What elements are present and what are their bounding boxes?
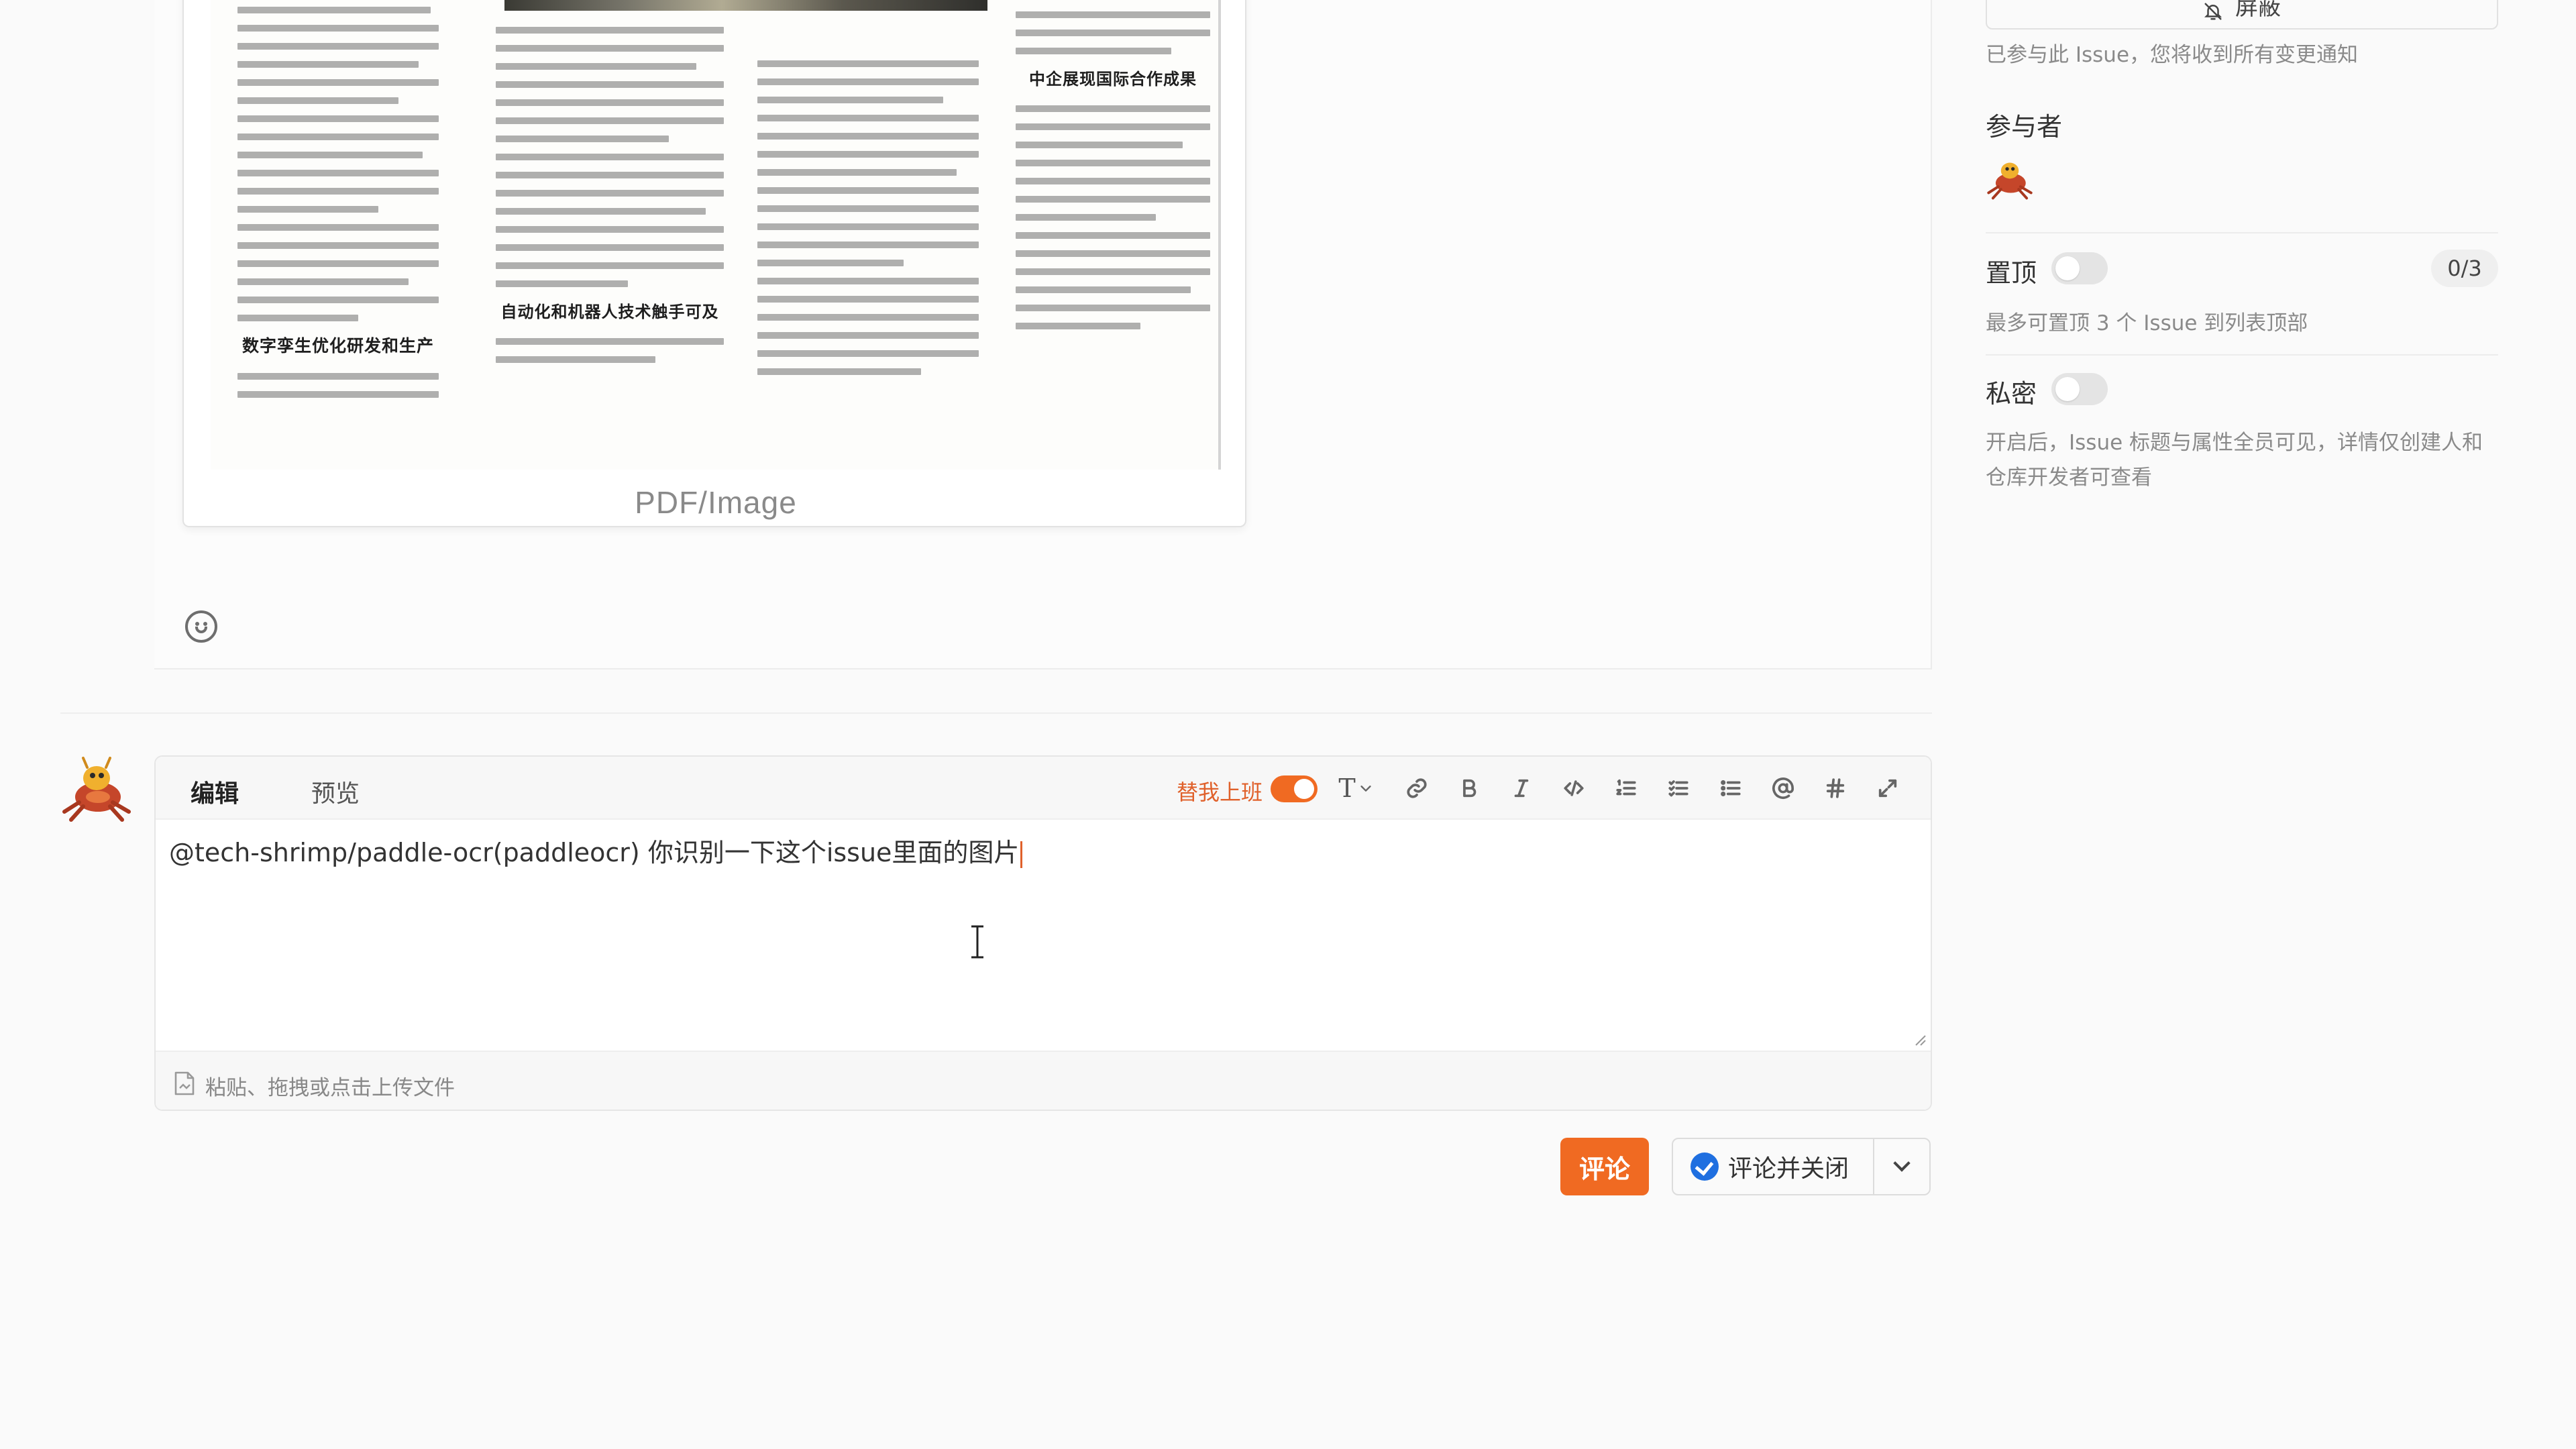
sidebar-divider — [1986, 354, 2498, 356]
section-divider — [60, 712, 1932, 714]
attachment-preview[interactable]: 数字孪生优化研发和生产 自动化和机器人技术触手可及 中企展现国际合作成果 PDF… — [182, 0, 1246, 527]
ordered-list-tool-button[interactable] — [1607, 771, 1645, 805]
editor-toolbar: 编辑 预览 替我上班 T — [156, 757, 1931, 820]
newspaper-heading: 自动化和机器人技术触手可及 — [500, 302, 719, 321]
mention-tool-button[interactable] — [1764, 771, 1802, 805]
task-list-tool-button[interactable] — [1660, 771, 1697, 805]
newspaper-column-3 — [757, 60, 979, 386]
notify-toggle-switch[interactable] — [1271, 775, 1318, 802]
participant-avatar-shrimp-icon[interactable] — [1984, 156, 2035, 200]
resize-handle-icon[interactable] — [1913, 1033, 1927, 1046]
pin-toggle-switch[interactable] — [2051, 252, 2108, 284]
subscription-note: 已参与此 Issue，您将收到所有变更通知 — [1986, 43, 2359, 67]
private-title: 私密 — [1986, 379, 2037, 409]
hashtag-icon — [1826, 778, 1845, 798]
bold-tool-button[interactable] — [1450, 771, 1488, 805]
newspaper-column-2: 自动化和机器人技术触手可及 — [496, 27, 724, 374]
ordered-list-icon — [1616, 779, 1636, 796]
issue-sidebar: 屏蔽 已参与此 Issue，您将收到所有变更通知 参与者 置顶 0/3 最多可置… — [1984, 0, 2498, 1449]
comment-text: @tech-shrimp/paddle-ocr(paddleocr) 你识别一下… — [169, 838, 1020, 867]
private-toggle-switch[interactable] — [2051, 373, 2108, 405]
more-actions-dropdown[interactable] — [1874, 1139, 1929, 1194]
newspaper-heading: 数字孪生优化研发和生产 — [241, 336, 434, 356]
newspaper-column-4: 中企展现国际合作成果 — [1016, 0, 1210, 341]
bullet-list-icon — [1721, 780, 1741, 797]
comment-button[interactable]: 评论 — [1560, 1138, 1649, 1195]
task-list-icon — [1668, 780, 1688, 797]
comment-and-close-label: 评论并关闭 — [1728, 1155, 1849, 1183]
private-note: 开启后，Issue 标题与属性全员可见，详情仅创建人和仓库开发者可查看 — [1986, 431, 2483, 490]
heading-icon: T — [1338, 773, 1356, 803]
sidebar-divider — [1986, 232, 2498, 233]
comment-editor[interactable]: 编辑 预览 替我上班 T @tech-shrimp/paddle-ocr(pad… — [154, 755, 1932, 1111]
chevron-down-icon — [1893, 1155, 1911, 1172]
comment-and-close-group: 评论并关闭 — [1672, 1138, 1931, 1195]
link-tool-button[interactable] — [1398, 771, 1436, 805]
attachment-type-label: PDF/Image — [635, 485, 797, 520]
bold-icon — [1463, 779, 1477, 798]
comment-textarea[interactable]: @tech-shrimp/paddle-ocr(paddleocr) 你识别一下… — [169, 832, 1023, 869]
bullet-list-tool-button[interactable] — [1712, 771, 1750, 805]
newspaper-image: 数字孪生优化研发和生产 自动化和机器人技术触手可及 中企展现国际合作成果 — [211, 0, 1221, 470]
newspaper-photo — [504, 0, 987, 11]
user-avatar-shrimp-icon[interactable] — [59, 755, 134, 822]
issue-main-column: 数字孪生优化研发和生产 自动化和机器人技术触手可及 中企展现国际合作成果 PDF… — [0, 0, 1945, 1449]
link-icon — [1407, 778, 1427, 798]
mute-label: 屏蔽 — [2235, 0, 2281, 21]
code-tool-button[interactable] — [1555, 771, 1593, 805]
italic-tool-button[interactable] — [1503, 771, 1540, 805]
pin-note: 最多可置顶 3 个 Issue 到列表顶部 — [1986, 311, 2308, 335]
heading-tool-button[interactable]: T — [1328, 771, 1383, 805]
newspaper-column-1: 数字孪生优化研发和生产 — [237, 7, 439, 409]
file-upload-area[interactable]: 粘贴、拖拽或点击上传文件 — [156, 1051, 1931, 1110]
mention-icon — [1772, 777, 1794, 799]
newspaper-heading: 中企展现国际合作成果 — [1029, 69, 1197, 89]
bell-off-icon — [2204, 3, 2222, 20]
hashtag-tool-button[interactable] — [1817, 771, 1854, 805]
tab-edit[interactable]: 编辑 — [191, 774, 239, 809]
mute-button[interactable]: 屏蔽 — [1986, 0, 2498, 30]
pin-count-badge: 0/3 — [2431, 250, 2498, 287]
emoji-reaction-icon[interactable] — [185, 610, 217, 643]
issue-closed-icon — [1690, 1152, 1719, 1181]
fullscreen-tool-button[interactable] — [1869, 771, 1907, 805]
pin-title: 置顶 — [1986, 258, 2037, 288]
italic-icon — [1514, 779, 1529, 798]
file-icon — [174, 1071, 195, 1095]
code-icon — [1564, 780, 1584, 796]
text-caret — [1020, 841, 1023, 868]
chevron-down-icon — [1360, 786, 1371, 792]
participants-title: 参与者 — [1986, 112, 2063, 142]
tab-preview[interactable]: 预览 — [311, 774, 360, 809]
text-cursor-icon — [971, 925, 983, 959]
upload-hint: 粘贴、拖拽或点击上传文件 — [205, 1076, 455, 1100]
expand-icon — [1878, 779, 1897, 798]
notify-toggle-label: 替我上班 — [1177, 780, 1263, 805]
comment-and-close-button[interactable]: 评论并关闭 — [1673, 1139, 1874, 1194]
